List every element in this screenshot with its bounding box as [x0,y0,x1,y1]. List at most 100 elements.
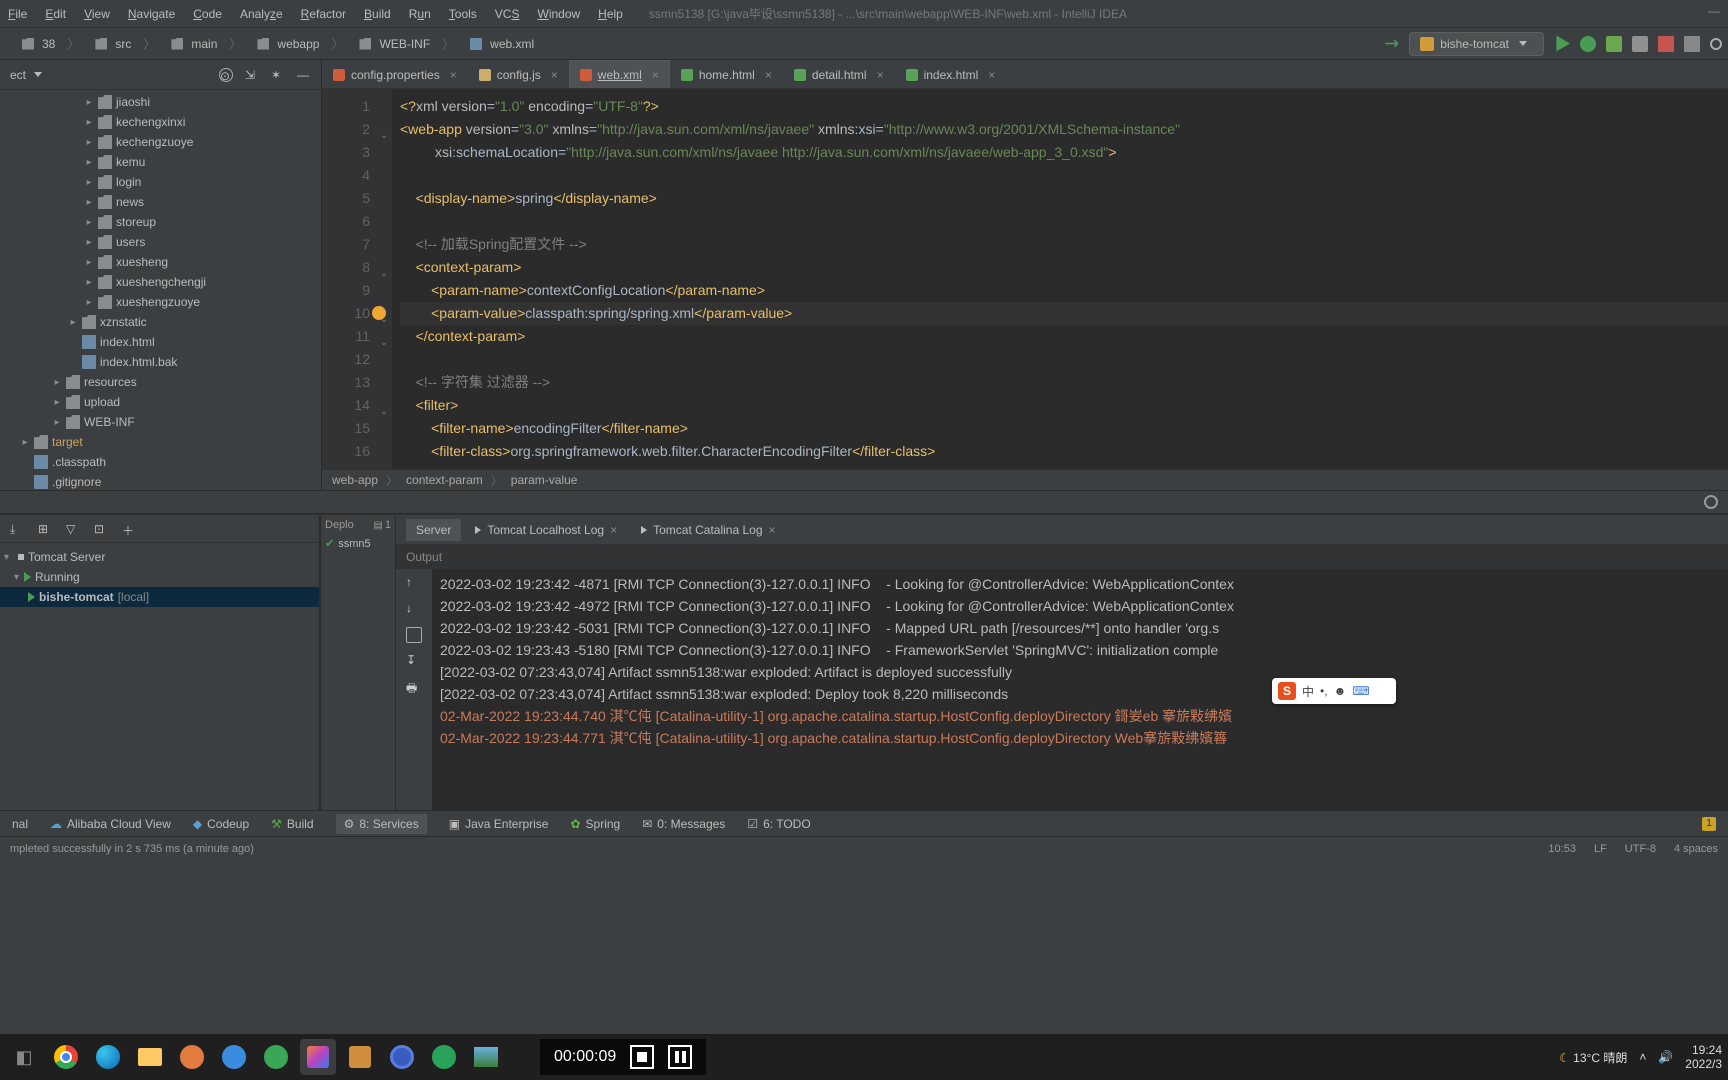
build-tab[interactable]: ⚒Build [271,817,313,831]
start-icon[interactable]: ◧ [6,1039,42,1075]
stop-icon[interactable] [1658,36,1674,52]
tree-item-xueshengchengji[interactable]: xueshengchengji [0,272,321,292]
menu-analyze[interactable]: Analyze [240,7,283,21]
breadcrumb-src[interactable]: src [85,35,137,53]
down-icon[interactable]: ↓ [406,601,422,617]
weather-widget[interactable]: ☾ 13°C 晴朗 [1559,1049,1627,1066]
tray-sound-icon[interactable]: 🔊 [1658,1050,1673,1064]
stop-button[interactable] [630,1045,654,1069]
pin-icon[interactable]: ⊡ [94,522,108,536]
rerun-icon[interactable]: ⤓ [10,522,24,536]
jee-tab[interactable]: ▣Java Enterprise [449,817,549,831]
idea-icon[interactable] [300,1039,336,1075]
breadcrumb-38[interactable]: 38 [12,35,61,53]
app5-icon[interactable] [384,1039,420,1075]
line-number[interactable]: 10 [322,302,370,325]
menu-build[interactable]: Build [364,7,391,21]
tree-item-.classpath[interactable]: .classpath [0,452,321,472]
tree-item-kechengxinxi[interactable]: kechengxinxi [0,112,321,132]
servers-tree[interactable]: ▾ Tomcat Server ▾ Running bishe-tomcat [… [0,543,319,810]
tree-item-.gitignore[interactable]: .gitignore [0,472,321,490]
close-icon[interactable]: × [610,523,617,537]
run-icon[interactable] [1554,36,1570,52]
line-number[interactable]: 11 [322,325,370,348]
close-icon[interactable]: × [450,68,457,82]
line-number[interactable]: 3 [322,141,370,164]
line-number[interactable]: 4 [322,164,370,187]
tab-index.html[interactable]: index.html× [895,60,1007,88]
tab-config.properties[interactable]: config.properties× [322,60,468,88]
services-tab[interactable]: ⚙8: Services [336,814,427,834]
scroll-icon[interactable]: ↧ [406,653,422,669]
tree-item-target[interactable]: target [0,432,321,452]
project-view-select[interactable]: ect [10,68,42,82]
menu-edit[interactable]: Edit [45,7,66,21]
build-arrow-icon[interactable]: ↘ [1379,31,1405,57]
app2-icon[interactable] [216,1039,252,1075]
ime-punct-icon[interactable]: •, [1320,684,1328,698]
tree-item-upload[interactable]: upload [0,392,321,412]
code-breadcrumb-context-param[interactable]: context-param [406,473,483,487]
app6-icon[interactable] [426,1039,462,1075]
project-tree[interactable]: jiaoshikechengxinxikechengzuoyekemulogin… [0,90,321,490]
app3-icon[interactable] [258,1039,294,1075]
menu-window[interactable]: Window [537,7,580,21]
minimize-icon[interactable]: — [1708,4,1720,18]
close-icon[interactable]: × [769,523,776,537]
close-icon[interactable]: × [551,68,558,82]
app1-icon[interactable] [174,1039,210,1075]
ime-emoji-icon[interactable]: ☻ [1334,684,1347,698]
up-icon[interactable]: ↑ [406,575,422,591]
tray-chevron-icon[interactable]: ˄ [1639,1050,1646,1064]
app4-icon[interactable] [342,1039,378,1075]
settings-icon[interactable]: ✶ [271,68,285,82]
menu-vcs[interactable]: VCS [495,7,520,21]
breadcrumb-WEB-INF[interactable]: WEB-INF [349,35,436,53]
spring-tab[interactable]: ✿Spring [570,817,620,831]
encoding[interactable]: UTF-8 [1625,843,1656,855]
edge-icon[interactable] [90,1039,126,1075]
tree-item-WEB-INF[interactable]: WEB-INF [0,412,321,432]
media-player[interactable]: 00:00:09 [540,1039,706,1075]
code-breadcrumb-param-value[interactable]: param-value [511,473,578,487]
ime-keyboard-icon[interactable]: ⌨ [1352,684,1369,698]
tree-item-index.html[interactable]: index.html [0,332,321,352]
server-item[interactable]: bishe-tomcat [local] [0,587,319,607]
editor-body[interactable]: 12345678910111213141516⌄⌄⌄⌄⌄ <?xml versi… [322,89,1728,469]
app7-icon[interactable] [468,1039,504,1075]
run-tab-server[interactable]: Server [406,519,461,541]
tree-item-storeup[interactable]: storeup [0,212,321,232]
messages-tab[interactable]: ✉0: Messages [642,817,725,831]
line-number[interactable]: 2 [322,118,370,141]
tree-item-xznstatic[interactable]: xznstatic [0,312,321,332]
tray-time[interactable]: 19:242022/3 [1685,1043,1722,1071]
close-icon[interactable]: × [988,68,995,82]
line-number[interactable]: 15 [322,417,370,440]
tab-web.xml[interactable]: web.xml× [569,60,670,88]
chrome-icon[interactable] [48,1039,84,1075]
tree-item-index.html.bak[interactable]: index.html.bak [0,352,321,372]
coverage-icon[interactable] [1606,36,1622,52]
code-breadcrumbs[interactable]: web-app〉context-param〉param-value [322,469,1728,490]
gutter[interactable]: 12345678910111213141516⌄⌄⌄⌄⌄ [322,89,392,469]
server-status-row[interactable]: ▾ Running [0,567,319,587]
caret-pos[interactable]: 10:53 [1548,843,1576,855]
line-sep[interactable]: LF [1594,843,1607,855]
ime-lang[interactable]: 中 [1302,683,1314,700]
line-number[interactable]: 8 [322,256,370,279]
tree-item-news[interactable]: news [0,192,321,212]
tree-item-login[interactable]: login [0,172,321,192]
run-config-selector[interactable]: bishe-tomcat [1409,32,1544,56]
menu-code[interactable]: Code [193,7,222,21]
close-icon[interactable]: × [765,68,772,82]
ime-toolbar[interactable]: S 中 •, ☻ ⌨ [1272,678,1396,704]
code-breadcrumb-web-app[interactable]: web-app [332,473,378,487]
breadcrumb-web.xml[interactable]: web.xml [460,35,540,53]
line-number[interactable]: 6 [322,210,370,233]
add-icon[interactable]: ＋ [122,522,136,536]
line-number[interactable]: 5 [322,187,370,210]
hide-icon[interactable]: — [297,68,311,82]
tree-item-xueshengzuoye[interactable]: xueshengzuoye [0,292,321,312]
tree-item-users[interactable]: users [0,232,321,252]
gear-icon[interactable] [1704,495,1718,509]
